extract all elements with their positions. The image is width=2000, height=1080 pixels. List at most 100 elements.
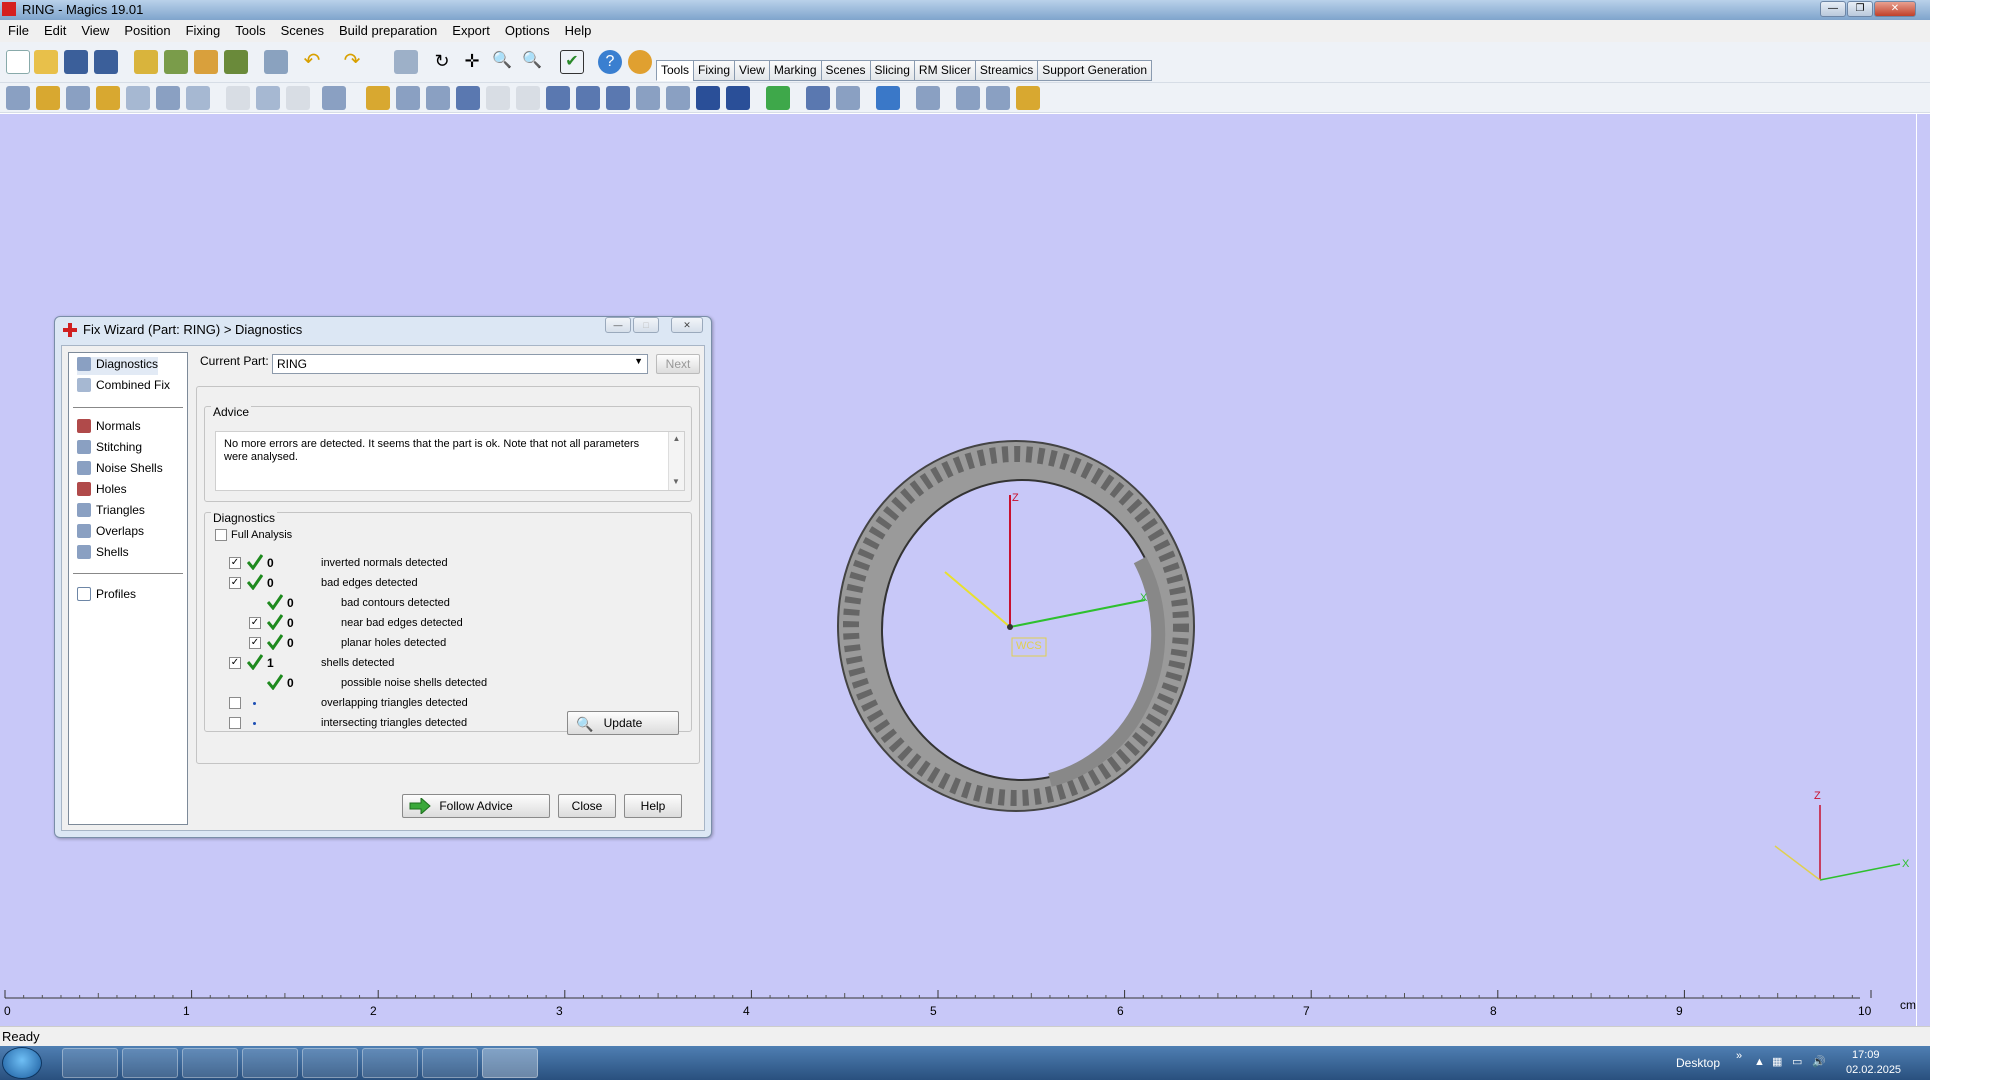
- next-button[interactable]: Next: [656, 354, 700, 374]
- nav-profiles[interactable]: Profiles: [77, 587, 136, 605]
- diagnostic-count: 0: [267, 576, 274, 590]
- current-part-label: Current Part:: [200, 354, 269, 368]
- ruler-tick-label: 10: [1858, 1004, 1872, 1018]
- ruler-tick-label: 4: [743, 1004, 750, 1018]
- current-part-select[interactable]: RING ▼: [272, 354, 648, 374]
- taskbar-cad-icon[interactable]: [422, 1048, 478, 1078]
- dialog-maximize-button[interactable]: □: [633, 317, 659, 333]
- clock-time[interactable]: 17:09: [1852, 1049, 1880, 1061]
- diagnostic-label: possible noise shells detected: [341, 677, 488, 689]
- axis-x-label: X: [1140, 592, 1148, 604]
- desktop-toolbar-label[interactable]: Desktop: [1676, 1056, 1720, 1070]
- language-flag-icon[interactable]: ▦: [1772, 1055, 1782, 1068]
- scroll-up-icon[interactable]: ▲: [669, 432, 684, 445]
- shells-icon: [77, 545, 91, 559]
- nav-label: Diagnostics: [96, 357, 159, 371]
- ruler-tick-label: 1: [183, 1004, 190, 1018]
- wcs-label: WCS: [1016, 640, 1042, 652]
- diagnostic-checkbox[interactable]: [229, 697, 241, 709]
- dialog-body: Diagnostics Combined Fix Normals Stitchi…: [61, 345, 705, 831]
- speaker-icon[interactable]: 🔊: [1812, 1055, 1826, 1068]
- clock-date[interactable]: 02.02.2025: [1846, 1064, 1901, 1076]
- nav-label: Normals: [96, 419, 141, 433]
- advice-scrollbar[interactable]: ▲ ▼: [668, 432, 684, 490]
- check-icon: [267, 634, 283, 650]
- pending-dot-icon: [253, 702, 256, 705]
- update-label: Update: [603, 716, 643, 730]
- diagnostic-count: 0: [267, 556, 274, 570]
- dialog-close-button[interactable]: ✕: [671, 317, 703, 333]
- nav-label: Holes: [96, 482, 127, 496]
- taskbar-magics-icon[interactable]: [482, 1048, 538, 1078]
- help-button[interactable]: Help: [624, 794, 682, 818]
- nav-separator: [73, 407, 183, 408]
- nav-stitching[interactable]: Stitching: [77, 440, 142, 458]
- nav-separator: [73, 573, 183, 574]
- nav-label: Overlaps: [96, 524, 145, 538]
- green-arrow-icon: [409, 798, 431, 814]
- taskbar-vectary-icon[interactable]: [362, 1048, 418, 1078]
- profiles-icon: [77, 587, 91, 601]
- status-text: Ready: [2, 1029, 40, 1044]
- follow-advice-button[interactable]: Follow Advice: [402, 794, 550, 818]
- close-button[interactable]: Close: [558, 794, 616, 818]
- wizard-content: Current Part: RING ▼ Next Advice No more…: [196, 352, 700, 822]
- taskbar-chrome-icon[interactable]: [62, 1048, 118, 1078]
- chevron-right-icon[interactable]: »: [1736, 1050, 1742, 1062]
- nav-label: Stitching: [96, 440, 143, 454]
- nav-diagnostics[interactable]: Diagnostics: [77, 357, 159, 375]
- network-icon[interactable]: ▭: [1792, 1055, 1802, 1068]
- diagnostic-checkbox[interactable]: ✓: [229, 557, 241, 569]
- nav-triangles[interactable]: Triangles: [77, 503, 145, 521]
- stitching-icon: [77, 440, 91, 454]
- diagnostic-checkbox[interactable]: ✓: [229, 657, 241, 669]
- diagnostic-label: overlapping triangles detected: [321, 697, 468, 709]
- nav-label: Combined Fix: [96, 378, 171, 392]
- diagnostic-checkbox[interactable]: ✓: [229, 577, 241, 589]
- nav-label: Triangles: [96, 503, 145, 517]
- diagnostic-checkbox[interactable]: ✓: [249, 617, 261, 629]
- pending-dot-icon: [253, 722, 256, 725]
- full-analysis-checkbox[interactable]: [215, 529, 227, 541]
- check-icon: [267, 594, 283, 610]
- ruler-tick-label: 3: [556, 1004, 563, 1018]
- overlaps-icon: [77, 524, 91, 538]
- magnifier-icon: [77, 357, 91, 371]
- taskbar-notebook-icon[interactable]: [302, 1048, 358, 1078]
- update-button[interactable]: 🔍 Update: [567, 711, 679, 735]
- diagnostic-label: inverted normals detected: [321, 557, 448, 569]
- magnifier-icon: 🔍: [576, 716, 594, 732]
- nav-combined-fix[interactable]: Combined Fix: [77, 378, 170, 396]
- taskbar-explorer-icon[interactable]: [122, 1048, 178, 1078]
- chevron-up-icon[interactable]: ▲: [1754, 1056, 1765, 1068]
- check-icon: [267, 674, 283, 690]
- diagnostic-count: 0: [287, 596, 294, 610]
- ruler-tick-label: 9: [1676, 1004, 1683, 1018]
- diagnostics-title: Diagnostics: [211, 511, 278, 525]
- noise-shells-icon: [77, 461, 91, 475]
- nav-normals[interactable]: Normals: [77, 419, 141, 437]
- advice-title: Advice: [211, 405, 252, 419]
- check-icon: [267, 614, 283, 630]
- check-icon: [247, 554, 263, 570]
- nav-overlaps[interactable]: Overlaps: [77, 524, 144, 542]
- normals-icon: [77, 419, 91, 433]
- fix-wizard-dialog: Fix Wizard (Part: RING) > Diagnostics — …: [54, 316, 712, 838]
- nav-holes[interactable]: Holes: [77, 482, 127, 500]
- diagnostic-checkbox[interactable]: ✓: [249, 637, 261, 649]
- dialog-minimize-button[interactable]: —: [605, 317, 631, 333]
- status-bar: Ready: [0, 1026, 1930, 1046]
- ruler-tick-label: 5: [930, 1004, 937, 1018]
- scroll-down-icon[interactable]: ▼: [669, 475, 683, 488]
- ruler-tick-label: 6: [1117, 1004, 1124, 1018]
- check-icon: [247, 654, 263, 670]
- taskbar-paint-icon[interactable]: [182, 1048, 238, 1078]
- nav-noise-shells[interactable]: Noise Shells: [77, 461, 163, 479]
- nav-label: Profiles: [96, 587, 137, 601]
- triangles-icon: [77, 503, 91, 517]
- start-button[interactable]: [2, 1047, 42, 1079]
- taskbar-app-icon[interactable]: [242, 1048, 298, 1078]
- nav-shells[interactable]: Shells: [77, 545, 129, 563]
- advice-text: No more errors are detected. It seems th…: [224, 438, 640, 463]
- diagnostic-checkbox[interactable]: [229, 717, 241, 729]
